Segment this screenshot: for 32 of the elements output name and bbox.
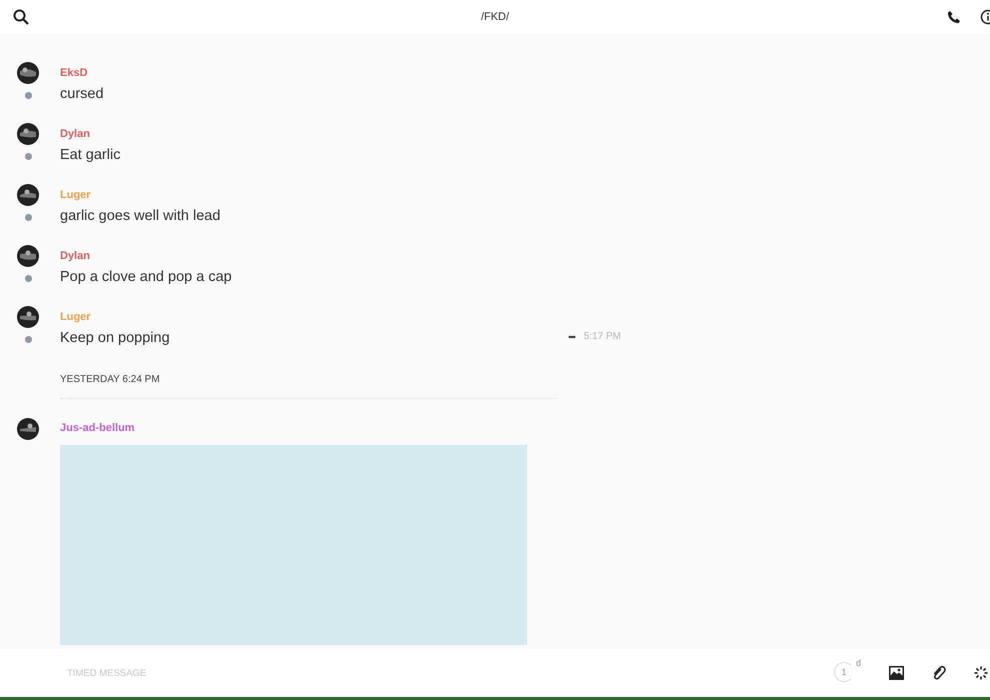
avatar: [17, 62, 39, 84]
status-dot: [24, 336, 32, 343]
status-dot: [24, 92, 32, 99]
avatar: [17, 306, 39, 328]
image-icon[interactable]: [889, 666, 904, 680]
status-dot: [24, 153, 32, 160]
avatar: [17, 184, 39, 206]
more-button[interactable]: •••: [568, 332, 575, 342]
author-name[interactable]: Dylan: [60, 250, 90, 262]
message-text: Pop a clove and pop a cap: [60, 269, 232, 285]
message-text: garlic goes well with lead: [60, 208, 220, 224]
author-name[interactable]: Dylan: [60, 128, 90, 140]
author-name[interactable]: Luger: [60, 311, 91, 323]
message-time: 5:17 PM: [584, 331, 621, 342]
author-name[interactable]: EksD: [60, 67, 88, 79]
message-text: cursed: [60, 86, 104, 102]
paperclip-icon[interactable]: [932, 665, 946, 681]
message-text: Keep on popping: [60, 330, 170, 346]
avatar: [17, 123, 39, 145]
search-icon[interactable]: [13, 9, 29, 25]
date-divider: YESTERDAY 6:24 PM: [60, 374, 160, 385]
phone-icon[interactable]: [947, 10, 961, 24]
avatar: [17, 245, 39, 267]
info-icon[interactable]: [980, 9, 990, 25]
status-dot: [24, 214, 32, 221]
loading-icon[interactable]: [974, 666, 988, 680]
channel-title: /FKD/: [480, 11, 510, 23]
author-name[interactable]: Luger: [60, 189, 91, 201]
author-name[interactable]: Jus-ad-bellum: [60, 422, 135, 434]
status-dot: [24, 275, 32, 282]
message-text: Eat garlic: [60, 147, 120, 163]
avatar: [17, 418, 39, 440]
